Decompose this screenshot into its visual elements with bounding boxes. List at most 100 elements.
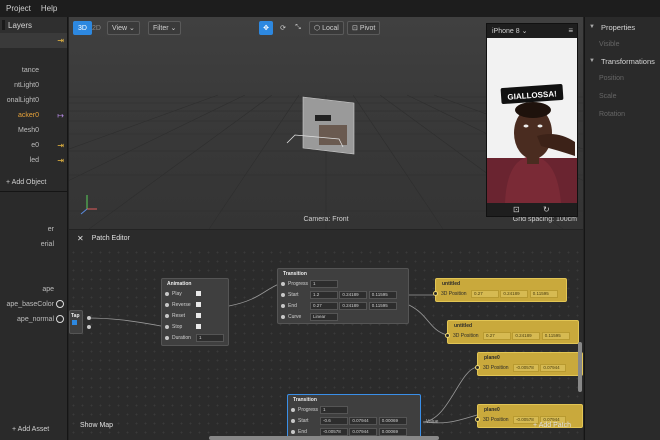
- menu-help[interactable]: Help: [41, 4, 57, 13]
- input-port[interactable]: [291, 429, 295, 434]
- position-x-field[interactable]: 0.27: [471, 289, 499, 298]
- end-y-field[interactable]: 0.07944: [349, 427, 378, 436]
- input-port[interactable]: [291, 407, 295, 412]
- export-icon[interactable]: ⇥: [57, 156, 64, 165]
- output-port[interactable]: [87, 325, 91, 329]
- input-port[interactable]: [475, 417, 480, 422]
- input-port[interactable]: [281, 281, 285, 286]
- start-x-field[interactable]: 1.2: [310, 290, 338, 299]
- duration-field[interactable]: 1: [196, 333, 224, 342]
- input-port[interactable]: [291, 418, 295, 423]
- start-z-field[interactable]: 0.00069: [378, 416, 407, 425]
- input-port[interactable]: [165, 302, 169, 307]
- progress-field[interactable]: 1: [320, 405, 348, 414]
- texture-slot-icon[interactable]: [56, 300, 64, 308]
- input-port[interactable]: [165, 324, 169, 329]
- scale-tool-icon[interactable]: ⤡: [291, 21, 305, 35]
- start-x-field[interactable]: -0.6: [320, 416, 348, 425]
- input-port[interactable]: [281, 303, 285, 308]
- horizontal-scrollbar[interactable]: [209, 436, 439, 440]
- menu-project[interactable]: Project: [6, 4, 31, 13]
- restart-icon[interactable]: ↻: [543, 205, 550, 214]
- end-x-field[interactable]: 0.27: [310, 301, 338, 310]
- position-z-field[interactable]: 0.11595: [541, 331, 570, 340]
- reverse-checkbox[interactable]: [196, 302, 201, 307]
- rotation-row: Rotation: [599, 110, 626, 118]
- input-port[interactable]: [165, 313, 169, 318]
- pivot-toggle[interactable]: ⊡ Pivot: [347, 21, 381, 35]
- position-y-field[interactable]: 0.07944: [540, 363, 567, 372]
- add-patch-button[interactable]: + Add Patch: [533, 422, 571, 429]
- rotate-tool-icon[interactable]: ⟳: [276, 21, 290, 35]
- move-tool-icon[interactable]: ✥: [259, 21, 273, 35]
- add-object-button[interactable]: + Add Object: [0, 175, 67, 189]
- layer-row-distance[interactable]: tance: [0, 63, 67, 78]
- position-patch-untitled-2[interactable]: untitled 3D Position 0.27 0.24189 0.11595: [445, 320, 579, 344]
- mode-2d-button[interactable]: 2D: [87, 21, 106, 35]
- position-patch-plane[interactable]: plane0 3D Position -0.00578 0.07944: [475, 352, 583, 376]
- end-x-field[interactable]: -0.00578: [320, 427, 348, 436]
- camera-switch-icon[interactable]: ⊡: [513, 205, 520, 214]
- export-icon[interactable]: ⇥: [57, 141, 64, 150]
- properties-section[interactable]: ▼ Properties: [585, 19, 660, 35]
- layer-row-face-tracker[interactable]: acker0 ↦: [0, 108, 67, 123]
- position-y-field[interactable]: 0.24189: [512, 331, 541, 340]
- output-port[interactable]: [87, 316, 91, 320]
- tap-checkbox[interactable]: [72, 320, 77, 325]
- menu-icon[interactable]: ≡: [568, 26, 573, 35]
- input-port[interactable]: [281, 314, 285, 319]
- stop-checkbox[interactable]: [196, 324, 201, 329]
- transition-node[interactable]: Transition Progress 1 Start 1.2 0.24189 0.…: [277, 268, 409, 324]
- position-z-field[interactable]: 0.11595: [529, 289, 558, 298]
- position-x-field[interactable]: 0.27: [483, 331, 511, 340]
- position-x-field[interactable]: -0.00578: [513, 363, 539, 372]
- transition-node-selected[interactable]: Transition Progress 1 Start -0.6 0.07944 0…: [287, 394, 421, 440]
- position-y-field[interactable]: 0.24189: [500, 289, 529, 298]
- filter-dropdown[interactable]: Filter ⌄: [148, 21, 182, 35]
- layer-row-plane[interactable]: e0 ⇥: [0, 138, 67, 153]
- layer-row-blank[interactable]: [0, 48, 67, 63]
- progress-field[interactable]: 1: [310, 279, 338, 288]
- layer-row-face-mesh[interactable]: Mesh0: [0, 123, 67, 138]
- layer-row-untitled[interactable]: led ⇥: [0, 153, 67, 168]
- start-z-field[interactable]: 0.11595: [368, 290, 397, 299]
- start-y-field[interactable]: 0.24189: [339, 290, 368, 299]
- view-dropdown[interactable]: View ⌄: [107, 21, 140, 35]
- input-port[interactable]: [281, 292, 285, 297]
- position-patch-untitled[interactable]: untitled 3D Position 0.27 0.24189 0.11595: [433, 278, 567, 302]
- end-y-field[interactable]: 0.24189: [339, 301, 368, 310]
- show-map-button[interactable]: Show Map: [80, 422, 113, 429]
- input-port[interactable]: [433, 291, 438, 296]
- layer-row-ambient-light[interactable]: ntLight0: [0, 78, 67, 93]
- device-dropdown[interactable]: iPhone 8 ⌄: [492, 27, 527, 35]
- local-toggle[interactable]: ⬡ Local: [309, 21, 344, 35]
- curve-select[interactable]: Linear: [310, 312, 338, 321]
- animation-node[interactable]: Animation Play Reverse Reset Stop Durati…: [161, 278, 229, 346]
- link-icon[interactable]: ↦: [57, 111, 64, 120]
- scale-row: Scale: [599, 92, 617, 100]
- layer-row-directional-light[interactable]: onalLight0: [0, 93, 67, 108]
- patch-editor[interactable]: ✕ Patch Editor Tap Animation Play Revers…: [69, 230, 583, 440]
- reset-checkbox[interactable]: [196, 313, 201, 318]
- layers-panel: Layers ⇥ tance ntLight0 onalLight0 acker…: [0, 17, 68, 440]
- input-port[interactable]: [475, 365, 480, 370]
- end-z-field[interactable]: 0.11595: [368, 301, 397, 310]
- tap-node[interactable]: Tap: [69, 310, 83, 334]
- export-icon[interactable]: ⇥: [57, 36, 64, 45]
- start-y-field[interactable]: 0.07944: [349, 416, 378, 425]
- layer-row-scene[interactable]: ⇥: [0, 33, 67, 48]
- end-z-field[interactable]: 0.00069: [378, 427, 407, 436]
- divider: [0, 191, 67, 192]
- input-port[interactable]: [165, 291, 169, 296]
- vertical-scrollbar[interactable]: [578, 342, 582, 392]
- pivot-icon: ⊡: [352, 25, 360, 32]
- chevron-down-icon: ▼: [589, 58, 595, 64]
- visible-row: Visible: [599, 40, 620, 48]
- input-port[interactable]: [445, 333, 450, 338]
- transformations-section[interactable]: ▼ Transformations: [585, 53, 660, 69]
- texture-slot-icon[interactable]: [56, 315, 64, 323]
- preview-screen: GIALLOSSA!: [487, 38, 577, 203]
- play-checkbox[interactable]: [196, 291, 201, 296]
- input-port[interactable]: [165, 335, 169, 340]
- add-asset-button[interactable]: + Add Asset: [12, 426, 49, 433]
